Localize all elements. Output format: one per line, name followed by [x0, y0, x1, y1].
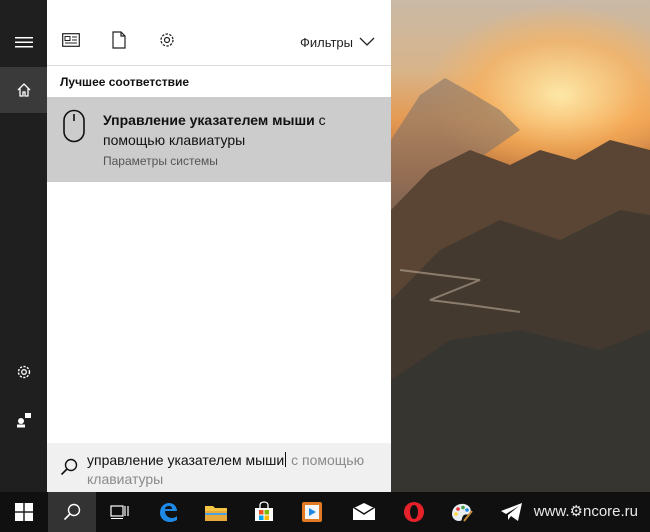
best-match-result[interactable]: Управление указателем мыши с помощью кла… [47, 97, 391, 182]
opera-button[interactable] [390, 492, 438, 532]
settings-filter-button[interactable] [157, 30, 177, 50]
start-button[interactable] [0, 492, 48, 532]
media-player-icon [302, 502, 322, 522]
taskbar: www.⚙ncore.ru [0, 492, 650, 532]
best-match-subtitle: Параметры системы [103, 154, 218, 168]
media-player-button[interactable] [288, 492, 336, 532]
search-typed-text: управление указателем мыши [87, 452, 285, 468]
settings-icon [160, 33, 174, 47]
search-panel: Фильтры Лучшее соответствие Управление у… [47, 0, 391, 492]
best-match-title-bold: Управление указателем мыши [103, 112, 315, 128]
paint-icon [452, 503, 473, 522]
windows-start-icon [15, 503, 33, 521]
opera-icon [404, 502, 424, 522]
search-input[interactable]: управление указателем мыши с помощью кла… [87, 451, 387, 489]
site-watermark: www.⚙ncore.ru [533, 503, 638, 520]
hamburger-menu-icon [14, 37, 33, 48]
settings-button[interactable] [0, 349, 47, 395]
file-explorer-button[interactable] [192, 492, 240, 532]
mail-icon [352, 503, 376, 520]
feedback-icon [16, 413, 31, 428]
search-icon [63, 503, 81, 521]
news-filter-button[interactable] [61, 30, 81, 50]
task-view-button[interactable] [96, 492, 144, 532]
filters-label: Фильтры [299, 34, 353, 50]
gear-icon [17, 365, 30, 379]
task-view-icon [110, 505, 129, 519]
edge-icon [160, 503, 177, 522]
best-match-title: Управление указателем мыши с помощью кла… [103, 110, 373, 150]
best-match-heading: Лучшее соответствие [60, 75, 190, 89]
home-button[interactable] [0, 67, 47, 113]
paint-button[interactable] [438, 492, 486, 532]
mail-button[interactable] [340, 492, 388, 532]
filters-dropdown[interactable]: Фильтры [300, 32, 375, 52]
feedback-button[interactable] [0, 397, 47, 443]
home-icon [17, 83, 30, 97]
document-icon [112, 31, 126, 49]
panel-toolbar: Фильтры [47, 0, 391, 66]
file-explorer-icon [205, 506, 227, 521]
mouse-icon [63, 109, 85, 143]
start-rail [0, 0, 47, 492]
telegram-icon [501, 503, 522, 521]
news-icon [62, 33, 80, 47]
chevron-down-icon [359, 37, 375, 46]
telegram-button[interactable] [488, 492, 536, 532]
documents-filter-button[interactable] [109, 30, 129, 50]
edge-button[interactable] [144, 492, 192, 532]
store-icon [255, 501, 273, 521]
search-box[interactable]: управление указателем мыши с помощью кла… [47, 443, 391, 492]
hamburger-menu-button[interactable] [0, 19, 47, 65]
search-icon [60, 458, 78, 476]
store-button[interactable] [240, 492, 288, 532]
taskbar-search-button[interactable] [48, 492, 96, 532]
